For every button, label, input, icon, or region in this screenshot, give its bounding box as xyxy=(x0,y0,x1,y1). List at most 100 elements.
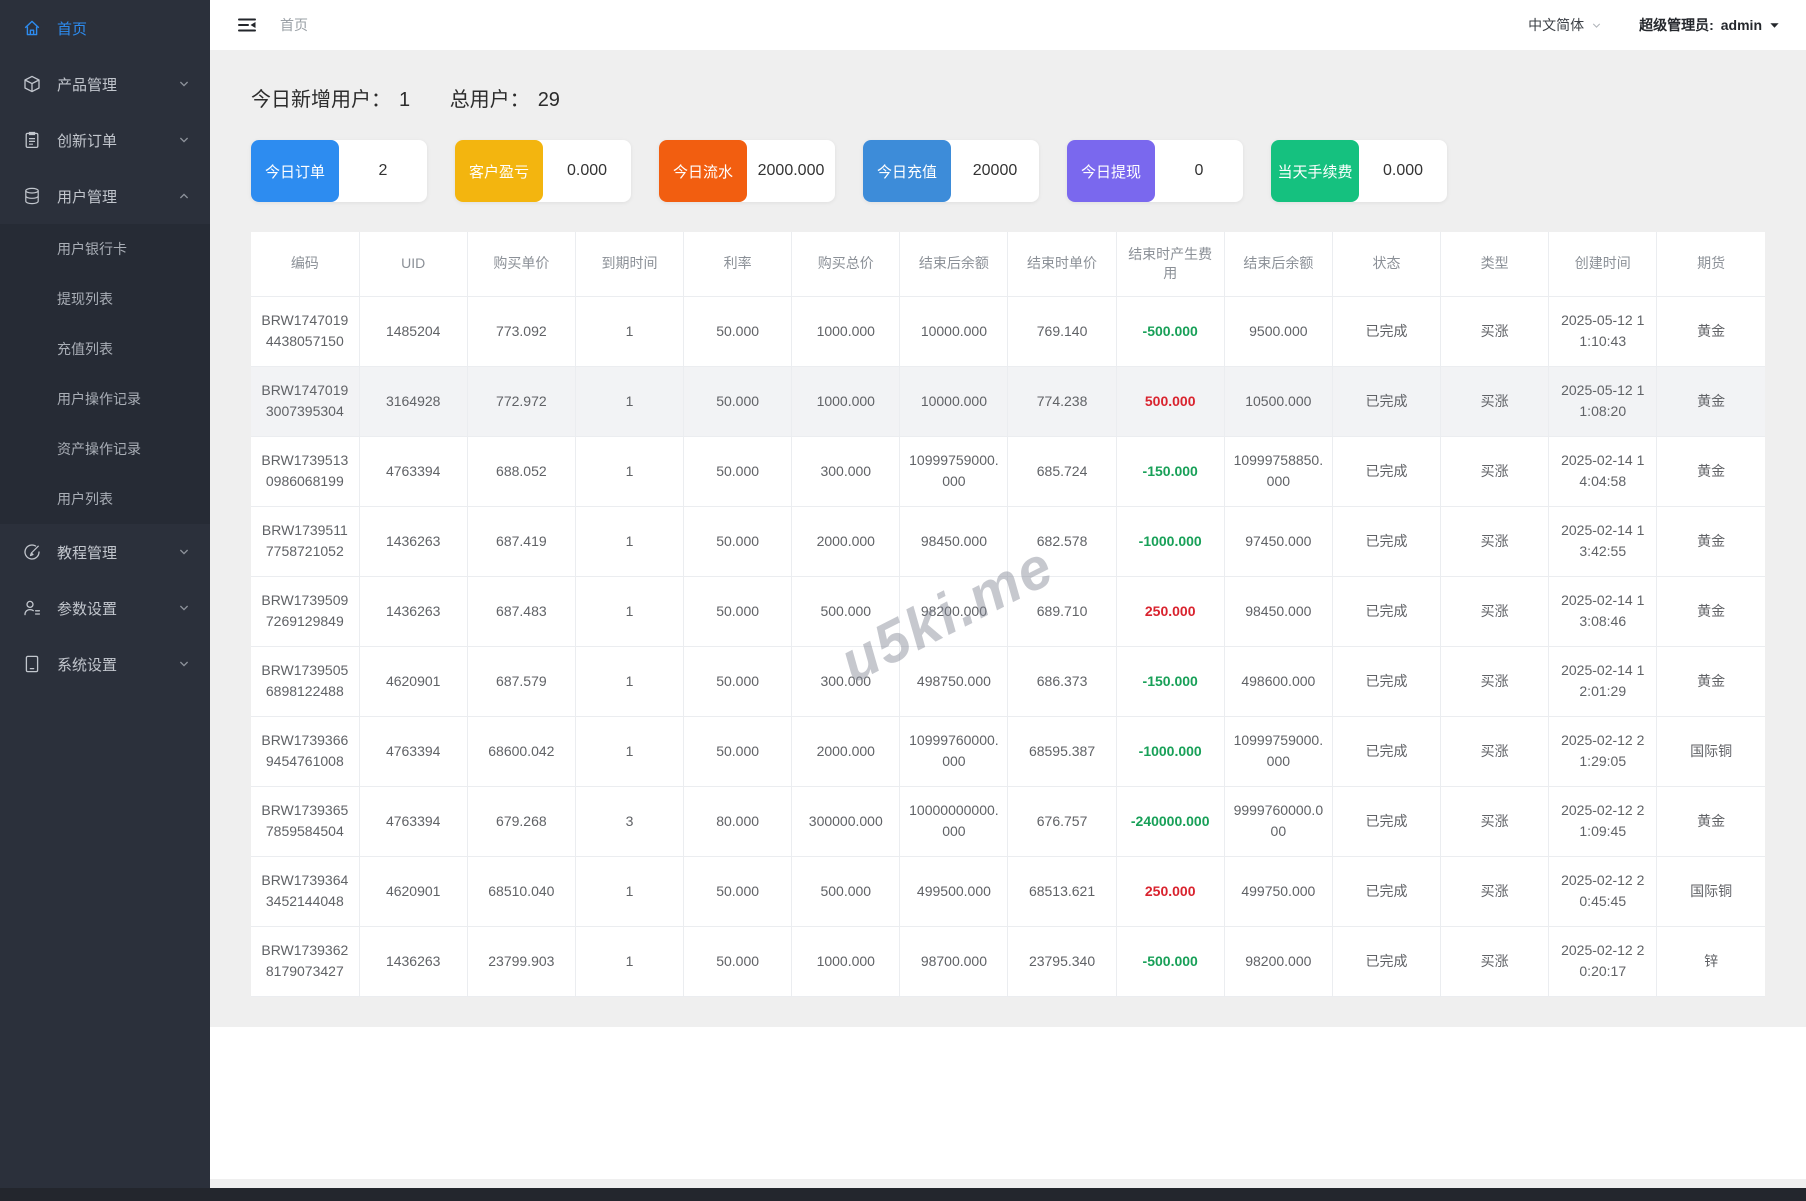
sidebar-item-products[interactable]: 产品管理 xyxy=(0,56,210,112)
sidebar-item-tutorials[interactable]: 教程管理 xyxy=(0,524,210,580)
table-cell: 4620901 xyxy=(359,646,468,717)
sidebar-subitem[interactable]: 资产操作记录 xyxy=(0,424,210,474)
stat-card-value: 0 xyxy=(1194,162,1204,179)
table-row[interactable]: BRW17395130986068199 4763394 688.052 1 50.00… xyxy=(251,436,1765,507)
sidebar-nav: 首页产品管理 创新订单 用户管理 用户银行卡 提现列表 充值列表 用户操作记录 资产操作记录用… xyxy=(0,0,210,692)
column-header: 创建时间 xyxy=(1548,232,1658,297)
sidebar-item-users[interactable]: 用户管理 xyxy=(0,168,210,224)
topbar-right: 中文简体 超级管理员: admin xyxy=(1528,15,1780,35)
table-cell: 9500.000 xyxy=(1224,296,1333,367)
table-cell: 2025-02-14 14:04:58 xyxy=(1548,436,1658,507)
table-row[interactable]: BRW17395117758721052 1436263 687.419 1 50.00… xyxy=(251,506,1765,577)
table-cell: 10000.000 xyxy=(899,366,1009,437)
table-cell: -240000.000 xyxy=(1116,786,1225,857)
stat-card-value: 2 xyxy=(378,162,388,179)
table-cell: 10999758850.000 xyxy=(1224,436,1333,507)
column-header: 状态 xyxy=(1332,232,1442,297)
table-row[interactable]: BRW17393657859584504 4763394 679.268 3 80.00… xyxy=(251,786,1765,857)
table-cell: 已完成 xyxy=(1332,436,1442,507)
column-header: 到期时间 xyxy=(575,232,685,297)
footer-panel xyxy=(210,1026,1806,1179)
stat-card: 当天手续费 0.000 xyxy=(1271,140,1447,202)
table-row[interactable]: BRW17395097269129849 1436263 687.483 1 50.00… xyxy=(251,576,1765,647)
table-cell: 1 xyxy=(575,436,685,507)
table-cell: 250.000 xyxy=(1116,576,1225,647)
product-icon xyxy=(22,74,42,94)
sidebar-item-home[interactable]: 首页 xyxy=(0,0,210,56)
table-cell: 买涨 xyxy=(1440,716,1550,787)
table-cell: 500.000 xyxy=(791,576,901,647)
new-users-value: 1 xyxy=(399,89,411,111)
table-row[interactable]: BRW17393643452144048 4620901 68510.040 1 50.… xyxy=(251,856,1765,927)
tutorial-icon xyxy=(22,542,42,562)
table-cell: 已完成 xyxy=(1332,366,1442,437)
user-menu[interactable]: 超级管理员: admin xyxy=(1639,15,1780,35)
breadcrumb[interactable]: 首页 xyxy=(280,15,308,35)
sidebar-toggle-button[interactable] xyxy=(236,14,258,36)
stat-card-value: 2000.000 xyxy=(757,162,825,179)
sidebar-subitem[interactable]: 用户银行卡 xyxy=(0,224,210,274)
sidebar-submenu-users: 用户银行卡 提现列表 充值列表 用户操作记录 资产操作记录 用户列表 xyxy=(0,224,210,524)
table-cell: 2025-02-12 20:45:45 xyxy=(1548,856,1658,927)
table-cell: 23795.340 xyxy=(1007,926,1117,997)
table-cell: 4620901 xyxy=(359,856,468,927)
language-label: 中文简体 xyxy=(1528,17,1585,33)
column-header: 结束后余额 xyxy=(1224,232,1333,297)
orders-table-panel: 编码 UID 购买单价 到期时间 利率 购买总价 结束后余额 结束时单价 结束时产生费用 结束后余… xyxy=(251,232,1765,997)
table-cell: 97450.000 xyxy=(1224,506,1333,577)
table-cell: 98200.000 xyxy=(899,576,1009,647)
sidebar-item-orders[interactable]: 创新订单 xyxy=(0,112,210,168)
sidebar-subitem[interactable]: 用户列表 xyxy=(0,474,210,524)
table-cell: 98450.000 xyxy=(899,506,1009,577)
table-cell: 买涨 xyxy=(1440,646,1550,717)
table-cell: 23799.903 xyxy=(467,926,576,997)
table-cell: 2025-05-12 11:08:20 xyxy=(1548,366,1658,437)
table-row[interactable]: BRW17470194438057150 1485204 773.092 1 50.00… xyxy=(251,296,1765,367)
language-selector[interactable]: 中文简体 xyxy=(1528,15,1603,35)
table-cell: 689.710 xyxy=(1007,576,1117,647)
table-cell: 1 xyxy=(575,576,685,647)
stat-card: 今日订单 2 xyxy=(251,140,427,202)
table-row[interactable]: BRW17393669454761008 4763394 68600.042 1 50.… xyxy=(251,716,1765,787)
table-cell: 1 xyxy=(575,716,685,787)
sidebar-item-label: 系统设置 xyxy=(57,656,118,674)
sidebar-item-label: 首页 xyxy=(57,20,88,38)
table-cell: 499500.000 xyxy=(899,856,1009,927)
table-cell: 2025-02-12 21:09:45 xyxy=(1548,786,1658,857)
table-cell: -150.000 xyxy=(1116,436,1225,507)
chevron-down-icon xyxy=(176,76,192,92)
column-header: 购买单价 xyxy=(467,232,576,297)
table-cell: 498750.000 xyxy=(899,646,1009,717)
column-header: 结束时单价 xyxy=(1007,232,1117,297)
table-cell: 300000.000 xyxy=(791,786,901,857)
table-cell: 黄金 xyxy=(1656,436,1765,507)
table-header-row: 编码 UID 购买单价 到期时间 利率 购买总价 结束后余额 结束时单价 结束时产生费用 结束后余… xyxy=(251,232,1765,297)
table-row[interactable]: BRW17470193007395304 3164928 772.972 1 50.00… xyxy=(251,366,1765,437)
params-icon xyxy=(22,598,42,618)
sidebar-subitem[interactable]: 用户操作记录 xyxy=(0,374,210,424)
chevron-down-icon xyxy=(1590,19,1603,32)
table-cell: 2000.000 xyxy=(791,716,901,787)
stat-cards-row: 今日订单 2 客户盈亏 0.000 今日流水 2000.000 今日充值 20000 今日提现 0… xyxy=(251,140,1765,202)
table-cell: 687.483 xyxy=(467,576,576,647)
table-cell: 买涨 xyxy=(1440,296,1550,367)
table-cell: 68510.040 xyxy=(467,856,576,927)
table-cell: 买涨 xyxy=(1440,926,1550,997)
sidebar-item-params[interactable]: 参数设置 xyxy=(0,580,210,636)
table-cell: 50.000 xyxy=(683,436,793,507)
table-cell: 687.419 xyxy=(467,506,576,577)
table-row[interactable]: BRW17393628179073427 1436263 23799.903 1 50.… xyxy=(251,926,1765,997)
table-cell: 黄金 xyxy=(1656,296,1765,367)
table-cell: BRW17393669454761008 xyxy=(251,716,360,787)
stat-card-label: 今日订单 xyxy=(251,140,339,202)
sidebar-item-system[interactable]: 系统设置 xyxy=(0,636,210,692)
bottom-bar xyxy=(0,1188,1806,1201)
table-cell: 50.000 xyxy=(683,716,793,787)
table-cell: 已完成 xyxy=(1332,856,1442,927)
table-cell: 250.000 xyxy=(1116,856,1225,927)
table-row[interactable]: BRW17395056898122488 4620901 687.579 1 50.00… xyxy=(251,646,1765,717)
sidebar-subitem[interactable]: 充值列表 xyxy=(0,324,210,374)
sidebar-subitem[interactable]: 提现列表 xyxy=(0,274,210,324)
table-cell: 98200.000 xyxy=(1224,926,1333,997)
table-cell: 已完成 xyxy=(1332,296,1442,367)
